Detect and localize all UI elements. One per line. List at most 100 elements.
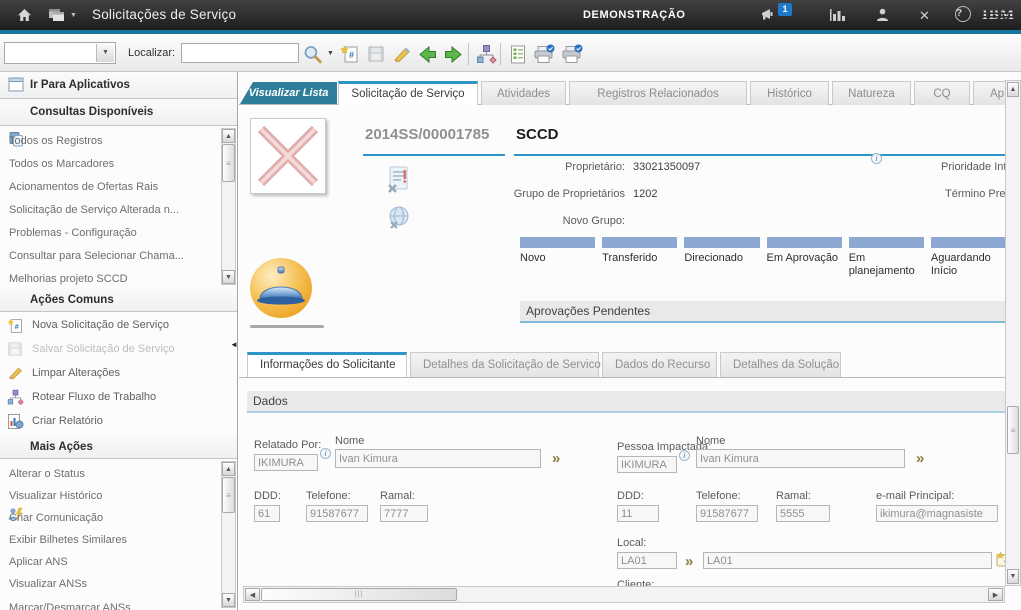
status-flow: Novo Transferido Direcionado Em Aprovaçã… bbox=[520, 237, 1006, 278]
location-description-input[interactable] bbox=[703, 552, 992, 569]
attachments-unavailable-icon[interactable] bbox=[387, 165, 411, 193]
query-list-item[interactable]: Acionamentos de Ofertas Rais bbox=[0, 176, 212, 199]
vertical-scrollbar[interactable]: ▲ ≡ ▼ bbox=[1005, 80, 1021, 586]
more-actions-scrollbar[interactable]: ▲ ≡ ▼ bbox=[221, 461, 236, 608]
tab-activities[interactable]: Atividades bbox=[481, 81, 566, 105]
reports-chart-icon[interactable] bbox=[828, 7, 846, 23]
detail-chevron-icon[interactable]: » bbox=[552, 450, 560, 467]
scrollbar-thumb[interactable]: ||| bbox=[261, 588, 457, 601]
location-input[interactable] bbox=[617, 552, 677, 569]
print-with-attachments-icon[interactable] bbox=[560, 42, 584, 66]
query-combobox-caret-icon[interactable]: ▼ bbox=[96, 44, 114, 62]
primary-email-input[interactable] bbox=[876, 505, 998, 522]
info-icon[interactable]: i bbox=[871, 153, 882, 164]
queries-scrollbar[interactable]: ▲ ≡ ▼ bbox=[221, 128, 236, 285]
tab-service-request[interactable]: Solicitação de Serviço bbox=[338, 81, 478, 105]
subtab-resource-data[interactable]: Dados do Recurso bbox=[602, 352, 717, 377]
scroll-down-icon[interactable]: ▼ bbox=[1007, 569, 1019, 584]
query-list-item[interactable]: Solicitação de Serviço Alterada n... bbox=[0, 199, 212, 222]
ddd-label: DDD: bbox=[617, 490, 644, 502]
query-list-item[interactable]: Melhorias projeto SCCD bbox=[0, 268, 212, 287]
more-action-item[interactable]: Marcar/Desmarcar ANSs bbox=[0, 597, 212, 610]
applications-menu-icon[interactable] bbox=[48, 7, 66, 23]
more-action-item[interactable]: Visualizar Histórico bbox=[0, 485, 212, 508]
sidebar-header-more-actions: Mais Ações bbox=[0, 434, 237, 459]
reported-name-input[interactable] bbox=[335, 449, 541, 468]
globe-unavailable-icon[interactable] bbox=[387, 205, 411, 229]
query-list-item[interactable]: Problemas - Configuração bbox=[0, 222, 212, 245]
reported-by-input[interactable] bbox=[254, 454, 318, 471]
tab-history[interactable]: Histórico bbox=[750, 81, 829, 105]
more-action-item[interactable]: Criar Comunicação bbox=[0, 507, 212, 530]
phone-input[interactable] bbox=[306, 505, 368, 522]
summary-underline bbox=[514, 154, 1005, 156]
action-create-report[interactable]: Criar Relatório bbox=[0, 410, 220, 434]
scroll-left-icon[interactable]: ◀ bbox=[245, 588, 260, 601]
help-icon[interactable]: ? bbox=[955, 6, 971, 22]
reports-list-icon[interactable] bbox=[506, 42, 530, 66]
detail-chevron-icon[interactable]: » bbox=[916, 450, 924, 467]
print-icon[interactable] bbox=[532, 42, 556, 66]
tab-related-records[interactable]: Registros Relacionados bbox=[569, 81, 747, 105]
search-options-caret-icon[interactable]: ▼ bbox=[327, 50, 334, 57]
scroll-up-icon[interactable]: ▲ bbox=[1007, 82, 1019, 97]
sidebar-collapse-icon[interactable]: ◄ bbox=[230, 340, 238, 349]
sidebar-item-go-to-applications[interactable]: Ir Para Aplicativos bbox=[0, 72, 237, 99]
extension-input[interactable] bbox=[380, 505, 428, 522]
tab-nature[interactable]: Natureza bbox=[832, 81, 911, 105]
action-save-service-request: Salvar Solicitação de Serviço bbox=[0, 338, 220, 362]
scrollbar-thumb[interactable]: ≡ bbox=[222, 477, 235, 513]
impacted-name-input[interactable] bbox=[696, 449, 905, 468]
sidebar-header-available-queries[interactable]: Consultas Disponíveis bbox=[0, 99, 237, 126]
detail-chevron-icon[interactable]: » bbox=[685, 553, 693, 570]
scroll-up-icon[interactable]: ▲ bbox=[222, 129, 235, 143]
new-record-icon[interactable]: # bbox=[338, 42, 362, 66]
more-action-item[interactable]: Exibir Bilhetes Similares bbox=[0, 529, 212, 552]
subtab-solution-details[interactable]: Detalhes da Solução bbox=[720, 352, 841, 377]
scroll-up-icon[interactable]: ▲ bbox=[222, 462, 235, 476]
action-clear-changes[interactable]: Limpar Alterações bbox=[0, 362, 220, 386]
phone-input[interactable] bbox=[696, 505, 758, 522]
status-bar bbox=[849, 237, 924, 248]
extension-input[interactable] bbox=[776, 505, 830, 522]
query-combobox[interactable]: ▼ bbox=[4, 42, 116, 64]
record-image-placeholder[interactable] bbox=[250, 118, 326, 194]
action-route-workflow[interactable]: Rotear Fluxo de Trabalho bbox=[0, 386, 220, 410]
previous-record-icon[interactable] bbox=[415, 42, 439, 66]
tab-view-list[interactable]: Visualizar Lista bbox=[240, 82, 337, 104]
find-input[interactable] bbox=[181, 43, 299, 63]
more-action-item[interactable]: Alterar o Status bbox=[0, 463, 212, 486]
ddd-input[interactable] bbox=[617, 505, 659, 522]
scrollbar-thumb[interactable]: ≡ bbox=[1007, 406, 1019, 454]
applications-caret-icon[interactable]: ▼ bbox=[70, 12, 77, 19]
clear-changes-icon[interactable] bbox=[390, 42, 414, 66]
impacted-person-input[interactable] bbox=[617, 456, 677, 473]
scroll-down-icon[interactable]: ▼ bbox=[222, 270, 235, 284]
scroll-right-icon[interactable]: ▶ bbox=[988, 588, 1003, 601]
sign-out-icon[interactable]: ✕ bbox=[919, 8, 937, 24]
query-list-item[interactable]: Todos os Registros bbox=[0, 130, 212, 153]
more-action-item[interactable]: Aplicar ANS bbox=[0, 551, 212, 574]
subtab-requester-info[interactable]: Informações do Solicitante bbox=[247, 352, 407, 377]
profile-icon[interactable] bbox=[874, 7, 892, 23]
owner-group-value: 1202 bbox=[633, 188, 657, 200]
tab-cq[interactable]: CQ bbox=[914, 81, 970, 105]
route-workflow-icon[interactable] bbox=[474, 42, 498, 66]
scroll-down-icon[interactable]: ▼ bbox=[222, 593, 235, 607]
info-icon[interactable]: i bbox=[679, 450, 690, 461]
status-bar bbox=[767, 237, 842, 248]
horizontal-scrollbar[interactable]: ◀ ||| ▶ bbox=[243, 586, 1005, 603]
queries-list: Todos os Registros Todos os Marcadores A… bbox=[0, 126, 220, 287]
home-icon[interactable] bbox=[16, 7, 34, 23]
search-icon[interactable] bbox=[300, 42, 324, 66]
ddd-input[interactable] bbox=[254, 505, 280, 522]
query-list-item[interactable]: Todos os Marcadores bbox=[0, 153, 212, 176]
more-action-item[interactable]: Visualizar ANSs bbox=[0, 573, 212, 596]
scrollbar-thumb[interactable]: ≡ bbox=[222, 144, 235, 182]
info-icon[interactable]: i bbox=[320, 448, 331, 459]
announcements-icon[interactable] bbox=[760, 7, 778, 23]
action-new-service-request[interactable]: # Nova Solicitação de Serviço bbox=[0, 314, 220, 338]
query-list-item[interactable]: Consultar para Selecionar Chama... bbox=[0, 245, 212, 268]
next-record-icon[interactable] bbox=[441, 42, 465, 66]
subtab-request-details[interactable]: Detalhes da Solicitação de Servico bbox=[410, 352, 599, 377]
